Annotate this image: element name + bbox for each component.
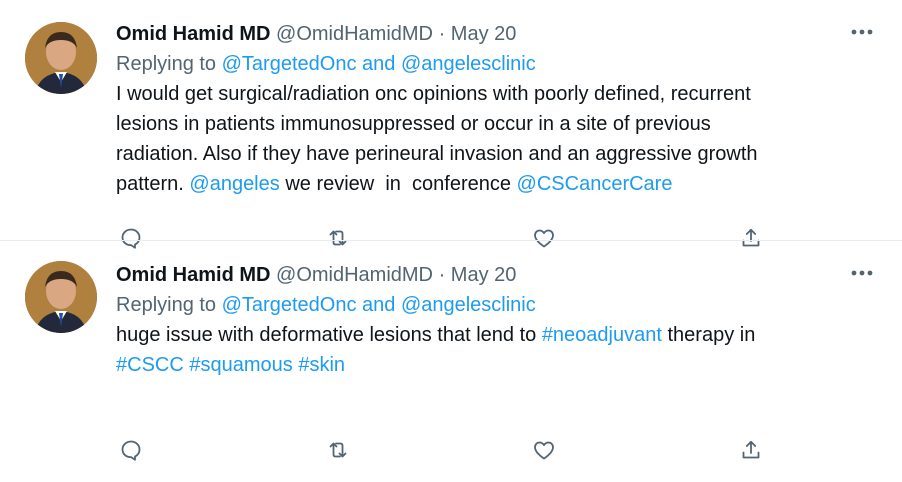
- mention-link[interactable]: @angelesclinic: [401, 53, 536, 75]
- replying-to-label: Replying to: [116, 294, 222, 316]
- reply-icon: [121, 440, 141, 461]
- author-handle[interactable]: @OmidHamidMD: [276, 23, 433, 45]
- mention-link[interactable]: @angeles: [189, 173, 279, 195]
- more-options-button[interactable]: [842, 17, 882, 47]
- hashtag-link[interactable]: #CSCC: [116, 354, 184, 376]
- hashtag-link[interactable]: #neoadjuvant: [542, 324, 662, 346]
- tweet-actions: [116, 435, 766, 465]
- replying-to-label: Replying to: [116, 53, 222, 75]
- tweet-text: I would get surgical/radiation onc opini…: [116, 79, 882, 199]
- tweet-text-part: we review in conference: [279, 173, 517, 195]
- author-handle[interactable]: @OmidHamidMD: [276, 264, 433, 286]
- avatar-image: [25, 22, 97, 94]
- tweet-header: Omid Hamid MD @OmidHamidMD · May 20: [116, 260, 882, 290]
- mention-link[interactable]: @angelesclinic: [401, 294, 536, 316]
- replying-and[interactable]: and: [356, 53, 400, 75]
- reply-button[interactable]: [116, 435, 146, 465]
- more-icon: [851, 29, 873, 35]
- replying-and[interactable]: and: [356, 294, 400, 316]
- share-button[interactable]: [736, 435, 766, 465]
- tweet[interactable]: Omid Hamid MD @OmidHamidMD · May 20 Repl…: [0, 240, 902, 482]
- tweet-date[interactable]: May 20: [451, 23, 517, 45]
- mention-link[interactable]: @TargetedOnc: [222, 53, 357, 75]
- tweet-header: Omid Hamid MD @OmidHamidMD · May 20: [116, 19, 882, 49]
- avatar-image: [25, 261, 97, 333]
- avatar[interactable]: [25, 261, 97, 333]
- separator-dot: ·: [438, 23, 446, 45]
- like-icon: [534, 441, 555, 460]
- author-name[interactable]: Omid Hamid MD: [116, 23, 270, 45]
- tweet-text-part: therapy in: [667, 324, 756, 346]
- share-icon: [742, 440, 760, 459]
- hashtag-link[interactable]: #squamous: [189, 354, 292, 376]
- mention-link[interactable]: @TargetedOnc: [222, 294, 357, 316]
- more-options-button[interactable]: [842, 258, 882, 288]
- avatar[interactable]: [25, 22, 97, 94]
- like-button[interactable]: [529, 435, 559, 465]
- mention-link[interactable]: @CSCancerCare: [517, 173, 673, 195]
- author-name[interactable]: Omid Hamid MD: [116, 264, 270, 286]
- tweet-date[interactable]: May 20: [451, 264, 517, 286]
- more-icon: [851, 270, 873, 276]
- tweet-text-part: huge issue with deformative lesions that…: [116, 324, 542, 346]
- separator-dot: ·: [438, 264, 446, 286]
- retweet-icon: [329, 442, 347, 458]
- replying-to: Replying to @TargetedOnc and @angelescli…: [116, 49, 882, 79]
- tweet-text: huge issue with deformative lesions that…: [116, 320, 882, 380]
- replying-to: Replying to @TargetedOnc and @angelescli…: [116, 290, 882, 320]
- hashtag-link[interactable]: #skin: [298, 354, 345, 376]
- tweet[interactable]: Omid Hamid MD @OmidHamidMD · May 20 Repl…: [0, 0, 902, 249]
- retweet-button[interactable]: [323, 435, 353, 465]
